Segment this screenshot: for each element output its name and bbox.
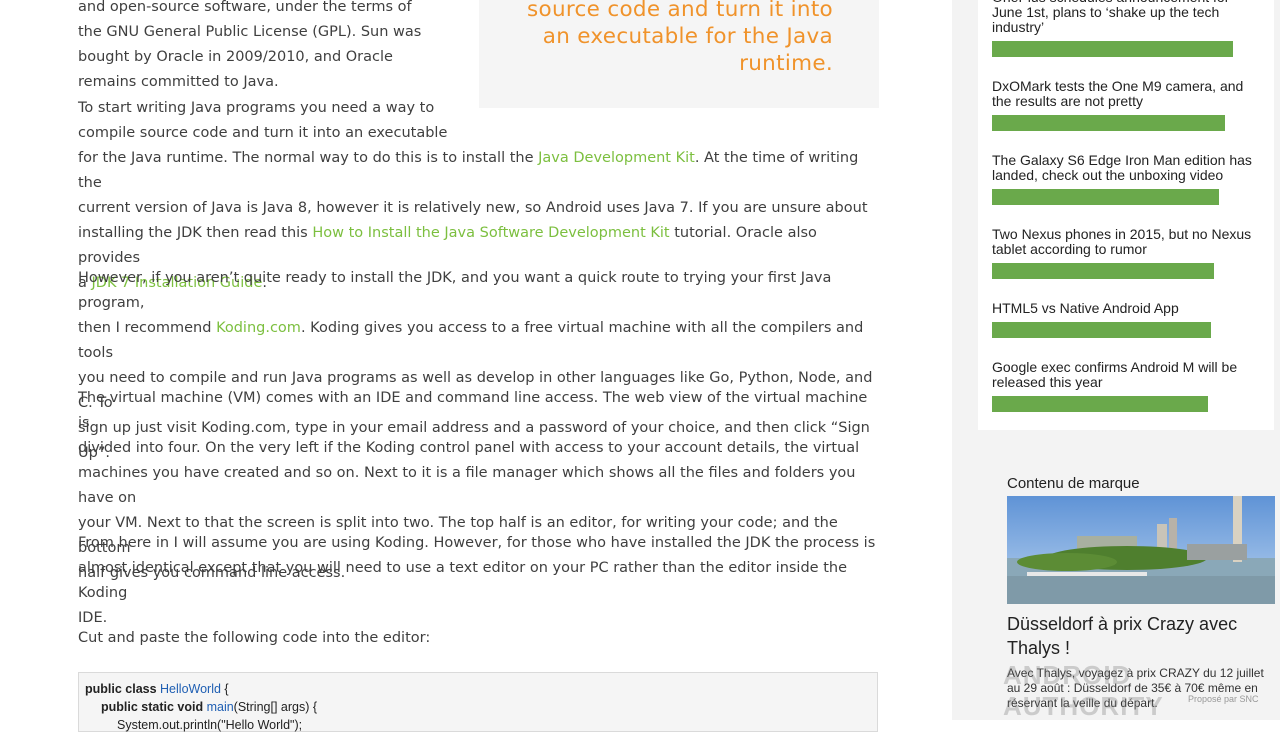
news-item-title[interactable]: HTML5 vs Native Android App: [992, 301, 1262, 316]
news-item-title[interactable]: Two Nexus phones in 2015, but no Nexus t…: [992, 227, 1262, 257]
ad-title[interactable]: Düsseldorf à prix Crazy avec Thalys !: [1007, 612, 1275, 660]
news-item-bar: [992, 115, 1225, 131]
news-item-bar: [992, 322, 1211, 338]
news-item[interactable]: HTML5 vs Native Android App: [992, 301, 1262, 338]
pull-quote: source code and turn it into an executab…: [479, 0, 879, 108]
news-item[interactable]: Two Nexus phones in 2015, but no Nexus t…: [992, 227, 1262, 279]
news-item[interactable]: Google exec confirms Android M will be r…: [992, 360, 1262, 412]
news-item-bar: [992, 396, 1208, 412]
site-watermark: ANDROID AUTHORITY: [1003, 660, 1164, 721]
ad-credit: Proposé par SNC: [1188, 694, 1259, 704]
news-item-title[interactable]: The Galaxy S6 Edge Iron Man edition has …: [992, 153, 1262, 183]
sponsored-label: Contenu de marque: [1007, 475, 1140, 492]
news-item[interactable]: The Galaxy S6 Edge Iron Man edition has …: [992, 153, 1262, 205]
news-item-title[interactable]: Google exec confirms Android M will be r…: [992, 360, 1262, 390]
link-koding[interactable]: Koding.com: [216, 320, 301, 336]
code-block[interactable]: public class HelloWorld { public static …: [78, 672, 878, 732]
news-item[interactable]: OnePlus schedules announcement for June …: [992, 0, 1262, 57]
news-item-bar: [992, 263, 1214, 279]
article-paragraph-cut-paste: Cut and paste the following code into th…: [78, 630, 431, 646]
code-line-2: public static void main(String[] args) {: [101, 700, 318, 714]
news-item-title[interactable]: DxOMark tests the One M9 camera, and the…: [992, 79, 1262, 109]
article-paragraph-assume-koding: From here in I will assume you are using…: [78, 535, 876, 626]
code-line-3: System.out.println("Hello World");: [117, 718, 303, 732]
ad-photo-skyline: [1007, 496, 1275, 604]
link-install-java-sdk[interactable]: How to Install the Java Software Develop…: [312, 225, 669, 241]
news-item-title[interactable]: OnePlus schedules announcement for June …: [992, 0, 1262, 35]
link-java-development-kit[interactable]: Java Development Kit: [538, 150, 695, 166]
code-line-1: public class HelloWorld {: [85, 682, 229, 696]
news-item-bar: [992, 189, 1219, 205]
ad-image[interactable]: [1007, 496, 1275, 604]
news-item[interactable]: DxOMark tests the One M9 camera, and the…: [992, 79, 1262, 131]
article-paragraph-intro: and open-source software, under the term…: [78, 0, 422, 90]
news-item-bar: [992, 41, 1233, 57]
